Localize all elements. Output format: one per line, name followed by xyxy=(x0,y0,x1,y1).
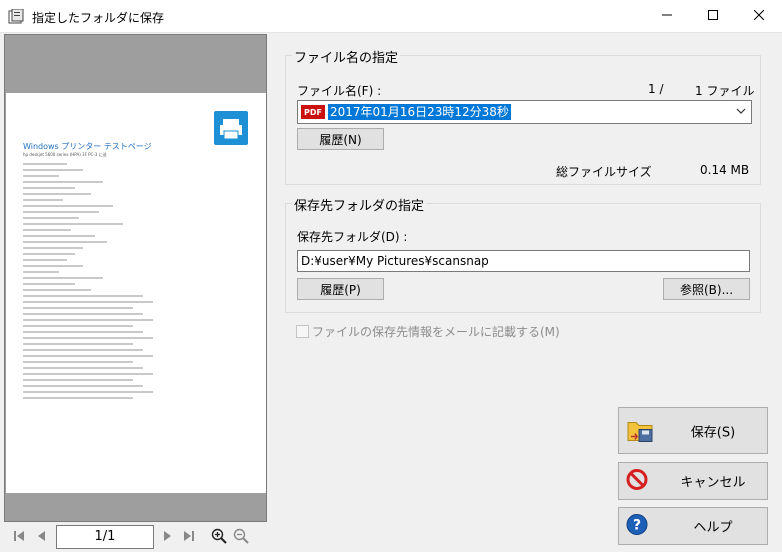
help-button-label: ヘルプ xyxy=(693,520,733,536)
preview-text-line xyxy=(23,373,153,375)
folder-group-legend: 保存先フォルダの指定 xyxy=(292,195,427,214)
last-page-button[interactable] xyxy=(182,529,196,545)
preview-text-line xyxy=(23,343,133,345)
prev-page-icon xyxy=(35,530,47,545)
preview-text-line xyxy=(23,331,143,333)
preview-text-line xyxy=(23,163,67,165)
preview-text-line xyxy=(23,277,103,279)
folder-history-button[interactable]: 履歴(P) xyxy=(297,278,384,300)
filename-combobox[interactable]: PDF 2017年01月16日23時12分38秒 xyxy=(297,100,752,124)
help-button[interactable]: ? ヘルプ xyxy=(618,507,768,545)
maximize-icon xyxy=(708,9,718,23)
next-page-icon xyxy=(162,530,174,545)
browse-button[interactable]: 参照(B)... xyxy=(663,278,750,300)
page-number-field[interactable]: 1/1 xyxy=(56,525,154,549)
preview-text-line xyxy=(23,199,63,201)
preview-text-line xyxy=(23,229,71,231)
preview-text-line xyxy=(23,391,153,393)
cancel-icon xyxy=(625,468,649,495)
cancel-button[interactable]: キャンセル xyxy=(618,462,768,500)
title-bar: 指定したフォルダに保存 xyxy=(0,0,782,33)
zoom-out-icon xyxy=(233,528,249,547)
preview-text-line xyxy=(23,271,59,273)
folder-path-input[interactable]: D:¥user¥My Pictures¥scansnap xyxy=(297,250,750,272)
close-icon xyxy=(753,9,765,23)
preview-text-line xyxy=(23,217,79,219)
preview-text-line xyxy=(23,205,113,207)
prev-page-button[interactable] xyxy=(34,529,48,545)
filename-group-legend: ファイル名の指定 xyxy=(292,47,401,66)
pdf-file-icon: PDF xyxy=(301,105,325,119)
email-info-checkbox[interactable] xyxy=(296,325,309,338)
save-folder-icon xyxy=(625,414,655,447)
page-preview[interactable]: Windows プリンター テストページ hp deskjet 5600 ser… xyxy=(4,34,267,522)
preview-text-line xyxy=(23,301,153,303)
preview-text-line xyxy=(23,307,133,309)
zoom-in-button[interactable] xyxy=(210,528,228,547)
email-info-checkbox-label: ファイルの保存先情報をメールに記載する(M) xyxy=(312,325,560,339)
preview-text-line xyxy=(23,289,91,291)
svg-text:?: ? xyxy=(633,518,641,534)
preview-text-line xyxy=(23,379,133,381)
window-title: 指定したフォルダに保存 xyxy=(32,11,165,25)
preview-text-line xyxy=(23,187,75,189)
preview-text-line xyxy=(23,253,75,255)
folder-label: 保存先フォルダ(D) : xyxy=(297,230,408,244)
filename-selected-text: 2017年01月16日23時12分38秒 xyxy=(328,104,511,120)
preview-text-lines xyxy=(23,163,223,403)
scansnap-app-icon xyxy=(8,8,24,25)
preview-text-line xyxy=(23,283,75,285)
minimize-button[interactable] xyxy=(644,0,690,32)
total-size-label: 総ファイルサイズ xyxy=(556,165,652,179)
preview-text-line xyxy=(23,193,91,195)
file-index-current: 1 / xyxy=(648,82,664,96)
preview-doc-title: Windows プリンター テストページ xyxy=(23,142,152,151)
filename-label: ファイル名(F) : xyxy=(297,84,382,98)
last-page-icon xyxy=(183,530,195,545)
first-page-icon xyxy=(13,530,25,545)
file-index-total: 1 ファイル xyxy=(695,84,755,98)
preview-text-line xyxy=(23,247,83,249)
preview-text-line xyxy=(23,223,123,225)
preview-text-line xyxy=(23,211,99,213)
preview-text-line xyxy=(23,397,133,399)
preview-text-line xyxy=(23,181,103,183)
preview-text-line xyxy=(23,361,133,363)
preview-text-line xyxy=(23,367,143,369)
minimize-icon xyxy=(662,9,672,23)
save-button[interactable]: 保存(S) xyxy=(618,407,768,454)
preview-text-line xyxy=(23,295,143,297)
preview-text-line xyxy=(23,169,83,171)
filename-history-button[interactable]: 履歴(N) xyxy=(297,128,384,150)
preview-text-line xyxy=(23,259,67,261)
preview-text-line xyxy=(23,385,143,387)
chevron-down-icon xyxy=(735,105,747,120)
preview-text-line xyxy=(23,319,153,321)
cancel-button-label: キャンセル xyxy=(680,475,746,491)
preview-text-line xyxy=(23,235,95,237)
save-button-label: 保存(S) xyxy=(690,425,736,440)
preview-text-line xyxy=(23,325,133,327)
preview-text-line xyxy=(23,265,83,267)
page-navigator: 1/1 xyxy=(4,523,267,551)
printer-logo-icon xyxy=(214,111,248,145)
preview-text-line xyxy=(23,349,143,351)
maximize-button[interactable] xyxy=(690,0,736,32)
preview-page: Windows プリンター テストページ hp deskjet 5600 ser… xyxy=(6,93,266,493)
zoom-out-button[interactable] xyxy=(232,528,250,547)
next-page-button[interactable] xyxy=(161,529,175,545)
preview-text-line xyxy=(23,241,107,243)
zoom-in-icon xyxy=(211,528,227,547)
preview-text-line xyxy=(23,355,153,357)
preview-doc-subtitle: hp deskjet 5600 series (HPA) 3F PC-3 に送 xyxy=(23,152,107,157)
first-page-button[interactable] xyxy=(12,529,26,545)
email-info-checkbox-row[interactable]: ファイルの保存先情報をメールに記載する(M) xyxy=(296,323,560,340)
help-icon: ? xyxy=(625,513,649,540)
total-size-value: 0.14 MB xyxy=(700,163,750,177)
preview-text-line xyxy=(23,313,143,315)
preview-text-line xyxy=(23,175,59,177)
preview-text-line xyxy=(23,337,153,339)
close-button[interactable] xyxy=(736,0,782,32)
